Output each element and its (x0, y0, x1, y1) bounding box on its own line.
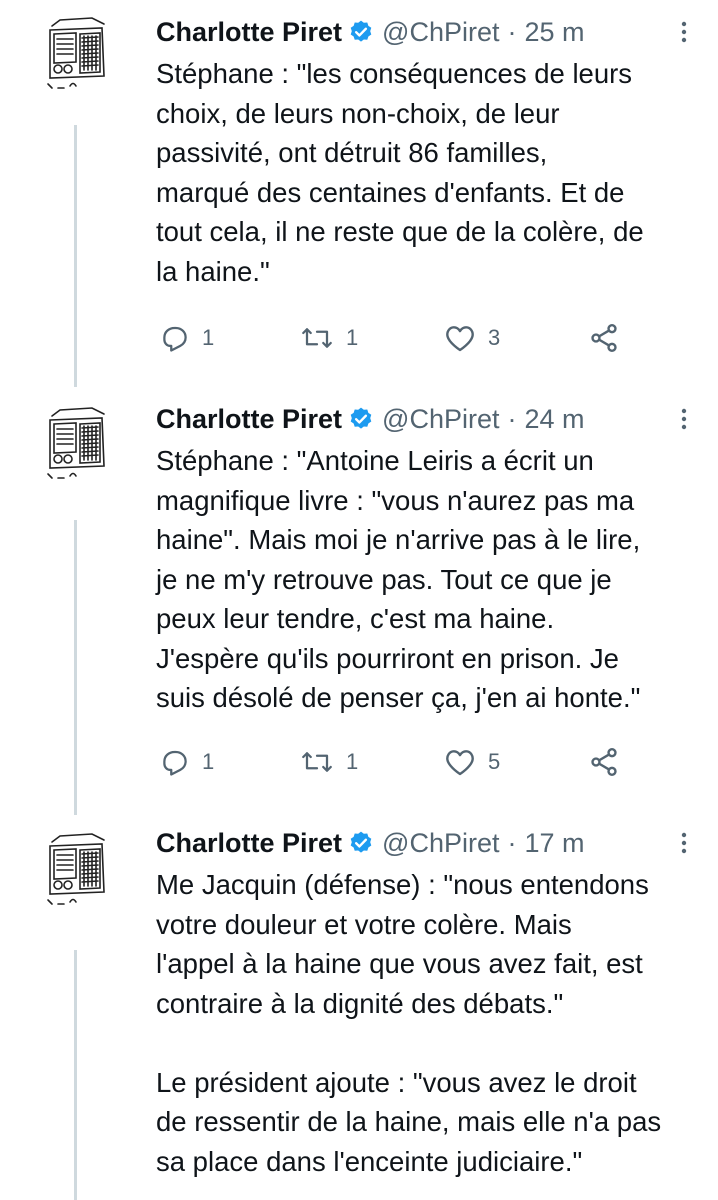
radio-drawing-icon (47, 17, 105, 89)
tweet-header: Charlotte Piret @ChPiret · 25 m (156, 15, 711, 49)
timestamp[interactable]: 25 m (525, 15, 585, 49)
retweet-button[interactable]: 1 (300, 742, 358, 782)
radio-drawing-icon (47, 407, 105, 479)
thread-line (74, 520, 77, 815)
tweet-actions: 1 1 5 (156, 742, 636, 782)
verified-badge-icon (348, 830, 374, 856)
like-count: 5 (488, 749, 501, 774)
share-icon (591, 748, 617, 776)
author-name[interactable]: Charlotte Piret (156, 15, 342, 49)
more-options-icon[interactable] (669, 15, 699, 49)
thread-line (74, 125, 77, 387)
tweet-header: Charlotte Piret @ChPiret · 17 m (156, 826, 711, 860)
avatar[interactable] (30, 6, 122, 98)
retweet-icon (302, 328, 332, 348)
like-button[interactable]: 3 (444, 318, 500, 358)
radio-drawing-icon (47, 833, 105, 905)
reply-count: 1 (202, 325, 215, 350)
reply-button[interactable]: 1 (160, 318, 214, 358)
tweet-text: Me Jacquin (défense) : "nous entendons v… (156, 869, 662, 1177)
timestamp[interactable]: 24 m (525, 402, 585, 436)
heart-icon (446, 326, 474, 352)
separator-dot: · (507, 17, 517, 47)
more-options-icon[interactable] (669, 826, 699, 860)
heart-icon (446, 750, 474, 776)
share-button[interactable] (588, 318, 620, 358)
tweet-actions: 1 1 3 (156, 318, 636, 358)
verified-badge-icon (348, 406, 374, 432)
retweet-count: 1 (346, 325, 359, 350)
avatar[interactable] (30, 396, 122, 488)
reply-icon (163, 750, 187, 776)
author-handle[interactable]: @ChPiret (382, 402, 499, 436)
like-button[interactable]: 5 (444, 742, 500, 782)
timestamp[interactable]: 17 m (525, 826, 585, 860)
author-name[interactable]: Charlotte Piret (156, 402, 342, 436)
author-handle[interactable]: @ChPiret (382, 15, 499, 49)
retweet-count: 1 (346, 749, 359, 774)
separator-dot: · (507, 828, 517, 858)
separator-dot: · (507, 404, 517, 434)
like-count: 3 (488, 325, 501, 350)
share-button[interactable] (588, 742, 620, 782)
tweet-text: Stéphane : "Antoine Leiris a écrit un ma… (156, 445, 641, 713)
verified-badge-icon (348, 19, 374, 45)
retweet-icon (302, 752, 332, 772)
share-icon (591, 324, 617, 352)
tweet-text: Stéphane : "les conséquences de leurs ch… (156, 58, 644, 287)
retweet-button[interactable]: 1 (300, 318, 358, 358)
more-options-icon[interactable] (669, 402, 699, 436)
author-name[interactable]: Charlotte Piret (156, 826, 342, 860)
avatar[interactable] (30, 822, 122, 914)
author-handle[interactable]: @ChPiret (382, 826, 499, 860)
reply-button[interactable]: 1 (160, 742, 214, 782)
reply-count: 1 (202, 749, 215, 774)
thread-line (74, 950, 77, 1200)
reply-icon (163, 326, 187, 352)
tweet-header: Charlotte Piret @ChPiret · 24 m (156, 402, 711, 436)
